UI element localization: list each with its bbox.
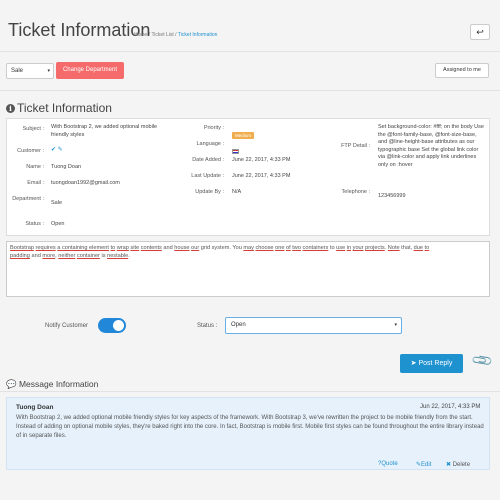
reply-text-fragment: our bbox=[191, 245, 200, 251]
reply-text-fragment: may bbox=[243, 245, 254, 251]
reply-text-fragment: of bbox=[286, 245, 291, 251]
notify-customer-label: Notify Customer bbox=[45, 323, 89, 329]
reply-text-fragment: is bbox=[99, 253, 108, 259]
reply-text-fragment: choose bbox=[255, 245, 274, 251]
caret-down-icon: ▾ bbox=[47, 68, 50, 74]
message-text: With Bootstrap 2, we added optional mobi… bbox=[16, 415, 484, 439]
send-icon: ➤ bbox=[410, 360, 417, 367]
toggle-knob bbox=[113, 320, 124, 331]
reply-text-fragment: house bbox=[174, 245, 190, 251]
edit-icon[interactable]: ✎ bbox=[58, 147, 63, 153]
message-divider bbox=[0, 391, 500, 392]
update-by-label: Update By : bbox=[195, 189, 224, 195]
reply-text-fragment: nestable bbox=[107, 253, 129, 259]
header-divider bbox=[0, 51, 500, 52]
reply-text-fragment: containers bbox=[302, 245, 329, 251]
change-department-button[interactable]: Change Department bbox=[56, 62, 124, 79]
reply-text-fragment: Bootstrap bbox=[10, 245, 34, 251]
reply-status-select[interactable]: Open ▾ bbox=[225, 317, 402, 334]
department-select[interactable]: Sale ▾ bbox=[6, 63, 54, 79]
status-label: Status : bbox=[25, 221, 44, 227]
breadcrumb-current[interactable]: Ticket Information bbox=[178, 32, 218, 38]
status-value: Open bbox=[51, 221, 65, 227]
caret-down-icon: ▾ bbox=[394, 322, 397, 328]
back-button[interactable]: ↩ bbox=[470, 24, 490, 40]
reply-text-fragment: two bbox=[292, 245, 301, 251]
toolbar-divider bbox=[0, 90, 500, 91]
reply-text-fragment: and bbox=[29, 253, 43, 259]
customer-label: Customer : bbox=[17, 148, 44, 154]
telephone-value: 123456999 bbox=[378, 193, 406, 199]
message-date: Jun 22, 2017, 4:33 PM bbox=[420, 404, 481, 410]
comments-icon: 💬 bbox=[6, 379, 17, 389]
name-label: Name : bbox=[26, 164, 44, 170]
last-update-label: Last Update : bbox=[191, 173, 224, 179]
reply-text-fragment: container bbox=[76, 253, 100, 259]
quote-button[interactable]: ?Quote bbox=[378, 461, 398, 467]
breadcrumb-ticket-list[interactable]: Ticket List bbox=[151, 32, 173, 38]
reply-text-fragment: to bbox=[424, 245, 430, 251]
breadcrumb: Home / Ticket List / Ticket Information bbox=[134, 32, 218, 38]
reply-textarea[interactable]: Bootstrap requires a containing element … bbox=[6, 241, 490, 297]
reply-text-fragment: more bbox=[42, 253, 56, 259]
reply-text-fragment: contents bbox=[140, 245, 162, 251]
reply-text-fragment: use bbox=[336, 245, 346, 251]
customer-links: ✔ ✎ bbox=[51, 146, 63, 153]
telephone-label: Telephone : bbox=[341, 189, 370, 195]
date-added-label: Date Added : bbox=[192, 157, 224, 163]
message-author: Tuong Doan bbox=[16, 404, 54, 411]
reply-text-fragment: to bbox=[328, 245, 337, 251]
reply-text-fragment: neither bbox=[58, 253, 76, 259]
reply-text-fragment: your bbox=[352, 245, 364, 251]
last-update-value: June 22, 2017, 4:33 PM bbox=[232, 173, 291, 179]
update-by-value: N/A bbox=[232, 189, 242, 195]
name-value: Tuong Doan bbox=[51, 164, 82, 170]
reply-arrow-icon: ↩ bbox=[476, 27, 484, 37]
email-value: tuongdoan1992@gmail.com bbox=[51, 180, 120, 186]
reply-text-fragment: wrap bbox=[116, 245, 129, 251]
priority-badge: Medium bbox=[232, 132, 255, 139]
delete-button[interactable]: ✖ Delete bbox=[446, 461, 470, 468]
subject-label: Subject : bbox=[22, 126, 44, 132]
priority-label: Priority : bbox=[203, 125, 224, 131]
edit-button[interactable]: ✎Edit bbox=[416, 461, 431, 468]
page-title: Ticket Information bbox=[8, 20, 151, 40]
subject-value: With Bootstrap 2, we added optional mobi… bbox=[51, 124, 158, 138]
check-icon[interactable]: ✔ bbox=[51, 147, 56, 153]
department-value: Sale bbox=[51, 200, 63, 206]
reply-text-fragment: projects bbox=[365, 245, 385, 251]
ftp-detail-value: Set background-color: #fff; on the body … bbox=[378, 124, 484, 168]
priority-value: Medium bbox=[232, 124, 255, 142]
notify-customer-toggle[interactable] bbox=[98, 318, 126, 333]
post-reply-button[interactable]: ➤ Post Reply bbox=[400, 354, 463, 373]
ftp-detail-label: FTP Detail : bbox=[341, 143, 370, 149]
reply-text-fragment: Note bbox=[387, 245, 400, 251]
info-circle-icon: i bbox=[6, 104, 15, 113]
reply-text-fragment: padding bbox=[10, 253, 30, 259]
reply-text-fragment: . bbox=[128, 253, 130, 259]
ticket-section-title: i Ticket Information bbox=[6, 101, 112, 115]
reply-status-label: Status : bbox=[197, 323, 218, 329]
message-section-title: 💬 Message Information bbox=[6, 379, 99, 389]
date-added-value: June 22, 2017, 4:33 PM bbox=[232, 157, 291, 163]
breadcrumb-home[interactable]: Home bbox=[134, 32, 147, 38]
reply-text-fragment: a containing element bbox=[57, 245, 109, 251]
reply-text-fragment: that, bbox=[399, 245, 414, 251]
paperclip-icon[interactable]: 📎 bbox=[471, 348, 495, 372]
language-label: Language : bbox=[196, 141, 224, 147]
reply-text-fragment: requires bbox=[35, 245, 56, 251]
reply-text-fragment: site bbox=[130, 245, 140, 251]
reply-text-fragment: due bbox=[413, 245, 423, 251]
reply-text-fragment: grid system. You bbox=[199, 245, 244, 251]
department-label: Department : bbox=[12, 196, 44, 202]
assigned-to-me-button[interactable]: Assigned to me bbox=[435, 63, 489, 78]
email-label: Email : bbox=[27, 180, 44, 186]
reply-text-fragment: and bbox=[161, 245, 175, 251]
close-icon: ✖ bbox=[446, 462, 452, 468]
